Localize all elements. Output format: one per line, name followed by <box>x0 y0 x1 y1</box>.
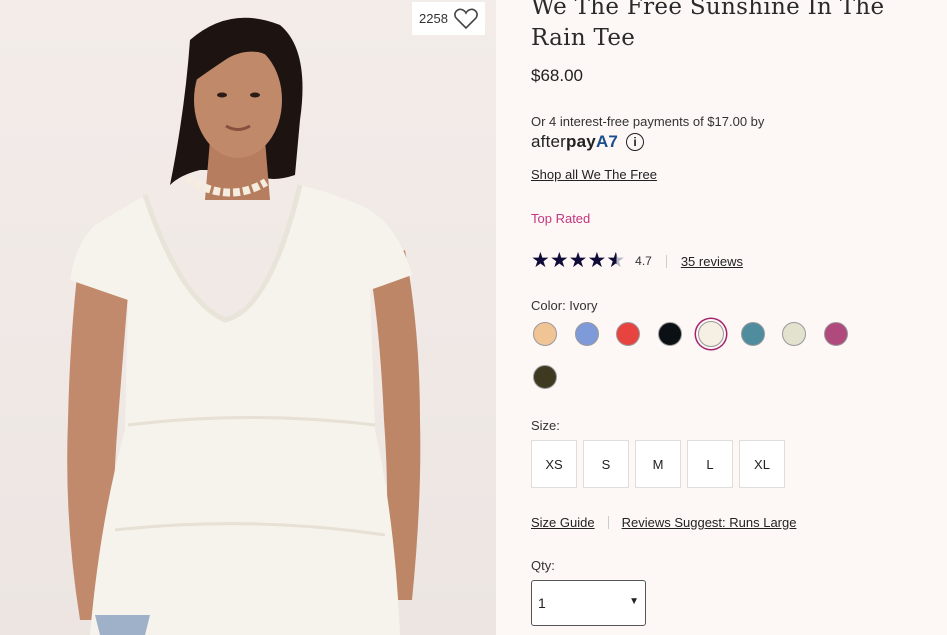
size-guide-link[interactable]: Size Guide <box>531 515 595 530</box>
size-button-s[interactable]: S <box>583 440 629 488</box>
color-swatch-black[interactable] <box>657 322 682 346</box>
color-swatch-teal[interactable] <box>740 322 765 346</box>
size-button-l[interactable]: L <box>687 440 733 488</box>
size-button-xl[interactable]: XL <box>739 440 785 488</box>
color-swatch-peach[interactable] <box>533 322 557 346</box>
color-swatch-olive[interactable] <box>533 365 557 389</box>
top-rated-badge: Top Rated <box>531 211 591 226</box>
fit-reviews-link[interactable]: Reviews Suggest: Runs Large <box>622 515 797 530</box>
star-rating: ★ ★ ★ ★ ★ <box>531 249 626 272</box>
quantity-value: 1 <box>538 595 546 611</box>
size-options: XS S M L XL <box>531 440 785 488</box>
half-star-icon: ★ <box>606 249 626 272</box>
afterpay-wordmark-regular: after <box>531 132 567 151</box>
star-icon: ★ <box>587 249 607 272</box>
afterpay-logo: afterpayA7 i <box>531 131 645 153</box>
reviews-link[interactable]: 35 reviews <box>681 254 743 269</box>
star-icon: ★ <box>531 249 550 272</box>
product-image[interactable]: 2258 <box>0 0 496 635</box>
quantity-label: Qty: <box>531 558 555 573</box>
color-label: Color: Ivory <box>531 298 598 313</box>
divider <box>665 254 667 268</box>
afterpay-wordmark: afterpayA7 <box>531 132 618 152</box>
afterpay-wordmark-bold: pay <box>566 132 596 151</box>
rating-value: 4.7 <box>635 254 652 268</box>
size-label: Size: <box>531 418 560 433</box>
size-button-xs[interactable]: XS <box>531 440 577 488</box>
size-button-m[interactable]: M <box>635 440 681 488</box>
dropdown-arrow-icon: ▼ <box>629 596 639 607</box>
rating-row: ★ ★ ★ ★ ★ 4.7 35 reviews <box>531 250 743 272</box>
favorite-count: 2258 <box>419 11 448 26</box>
info-icon[interactable]: i <box>626 133 645 151</box>
product-price: $68.00 <box>531 66 583 85</box>
size-links: Size Guide Reviews Suggest: Runs Large <box>531 515 796 530</box>
product-title: We The Free Sunshine In The Rain Tee <box>531 0 885 51</box>
favorite-button[interactable]: 2258 <box>412 2 485 35</box>
afterpay-text: Or 4 interest-free payments of $17.00 by <box>531 114 765 129</box>
heart-icon <box>454 8 478 29</box>
star-icon: ★ <box>568 249 588 272</box>
color-swatch-periwinkle[interactable] <box>574 322 599 346</box>
divider <box>607 516 609 529</box>
color-swatch-berry[interactable] <box>823 322 848 346</box>
shop-brand-link[interactable]: Shop all We The Free <box>531 167 657 182</box>
model-photo <box>67 17 421 635</box>
color-swatch-sage[interactable] <box>782 322 806 346</box>
color-swatch-ivory[interactable] <box>698 321 724 347</box>
quantity-select[interactable]: 1 ▼ <box>531 580 646 626</box>
color-swatch-red[interactable] <box>616 322 640 346</box>
afterpay-mark-icon: A7 <box>595 132 619 151</box>
star-icon: ★ <box>549 249 569 272</box>
